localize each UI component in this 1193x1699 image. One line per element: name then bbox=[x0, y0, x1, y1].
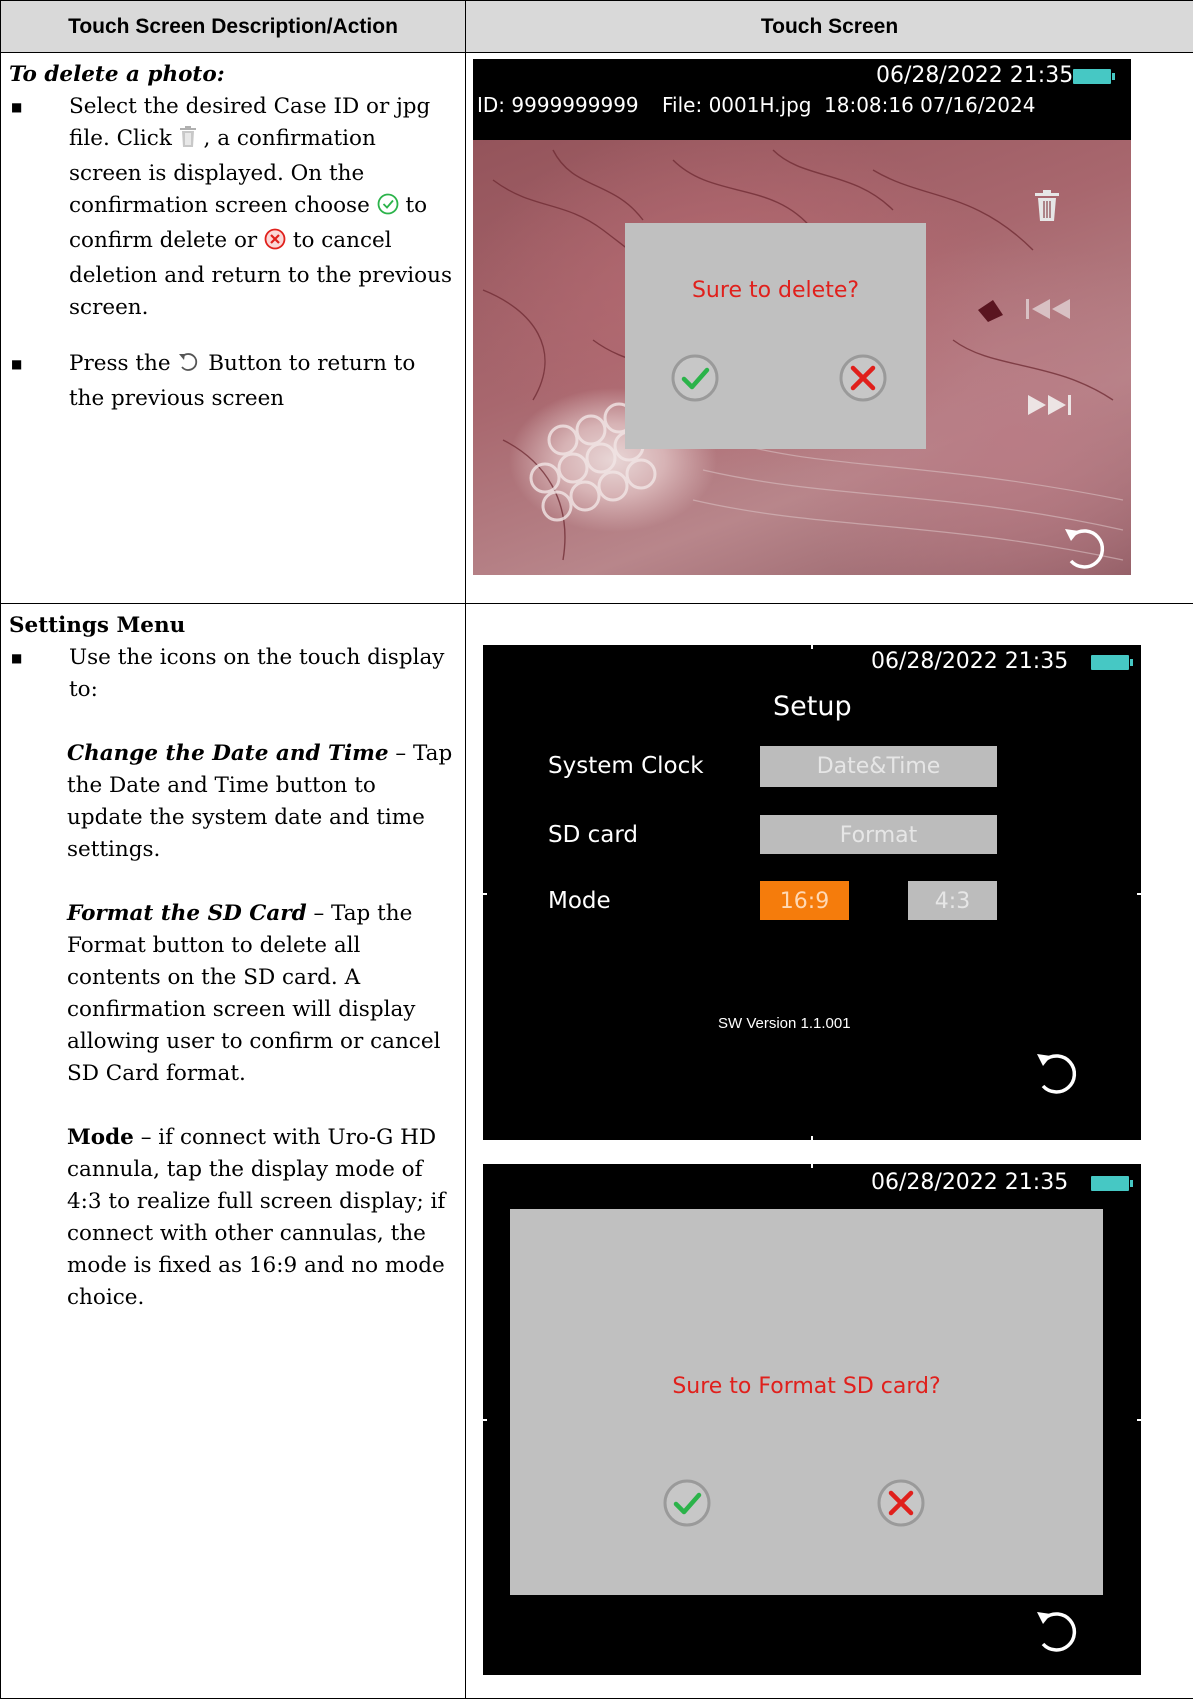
return-icon[interactable] bbox=[1035, 1608, 1079, 1659]
date-time-heading: Change the Date and Time bbox=[67, 741, 389, 766]
delete-confirm-message: Sure to delete? bbox=[625, 278, 926, 303]
cancel-circle-icon bbox=[264, 228, 286, 260]
bullet-select-case: ■ Select the desired Case ID or jpg file… bbox=[9, 91, 455, 324]
mode-paragraph: Mode – if connect with Uro-G HD cannula,… bbox=[67, 1122, 455, 1314]
check-circle-icon bbox=[377, 193, 399, 225]
battery-icon bbox=[1091, 1176, 1129, 1191]
status-datetime: 06/28/2022 21:35 bbox=[871, 649, 1068, 674]
trash-icon bbox=[179, 126, 197, 158]
return-icon bbox=[177, 351, 201, 383]
header-touch-screen: Touch Screen bbox=[466, 1, 1193, 53]
return-icon[interactable] bbox=[1035, 1050, 1079, 1101]
bullet-press-return: ■ Press the Button to return to the prev… bbox=[9, 348, 455, 415]
previous-icon[interactable] bbox=[1026, 297, 1072, 326]
bullet-square-icon: ■ bbox=[9, 642, 69, 706]
row-delete-photo: To delete a photo: ■ Select the desired … bbox=[1, 53, 1193, 604]
battery-icon bbox=[1073, 69, 1111, 84]
bullet-square-icon: ■ bbox=[9, 91, 69, 324]
cancel-x-button[interactable] bbox=[838, 353, 888, 408]
status-datetime: 06/28/2022 21:35 bbox=[876, 63, 1073, 88]
settings-screens-cell: 06/28/2022 21:35 Setup System Clock Date… bbox=[466, 604, 1193, 1699]
date-time-paragraph: Change the Date and Time – Tap the Date … bbox=[67, 738, 455, 866]
next-icon[interactable] bbox=[1026, 393, 1072, 422]
mode-4-3-button[interactable]: 4:3 bbox=[908, 881, 997, 920]
row-settings-menu: Settings Menu ■ Use the icons on the tou… bbox=[1, 604, 1193, 1699]
mode-heading: Mode bbox=[67, 1125, 134, 1150]
format-confirm-message: Sure to Format SD card? bbox=[510, 1374, 1103, 1399]
setup-title: Setup bbox=[773, 691, 852, 722]
delete-confirm-dialog: Sure to delete? bbox=[625, 223, 926, 449]
delete-photo-screen-cell: 06/28/2022 21:35 ID: 9999999999 File: 00… bbox=[466, 53, 1193, 604]
sd-card-label: SD card bbox=[548, 822, 638, 848]
file-timestamp-label: 18:08:16 07/16/2024 bbox=[824, 93, 1035, 117]
format-sd-paragraph: Format the SD Card – Tap the Format butt… bbox=[67, 898, 455, 1090]
setup-screen: 06/28/2022 21:35 Setup System Clock Date… bbox=[483, 645, 1141, 1140]
format-button[interactable]: Format bbox=[760, 815, 997, 854]
cancel-x-button[interactable] bbox=[876, 1478, 926, 1533]
header-description: Touch Screen Description/Action bbox=[1, 1, 466, 53]
bullet-use-icons: ■ Use the icons on the touch display to: bbox=[9, 642, 455, 706]
format-confirm-dialog: Sure to Format SD card? bbox=[510, 1209, 1103, 1595]
settings-title: Settings Menu bbox=[9, 610, 455, 642]
mode-16-9-button[interactable]: 16:9 bbox=[760, 881, 849, 920]
system-clock-label: System Clock bbox=[548, 753, 704, 779]
case-id-label: ID: 9999999999 bbox=[477, 93, 639, 117]
instruction-table: Touch Screen Description/Action Touch Sc… bbox=[0, 0, 1193, 1699]
settings-description: Settings Menu ■ Use the icons on the tou… bbox=[1, 604, 466, 1699]
format-sd-heading: Format the SD Card bbox=[67, 901, 307, 926]
delete-photo-screen: 06/28/2022 21:35 ID: 9999999999 File: 00… bbox=[473, 59, 1131, 575]
return-icon[interactable] bbox=[1063, 525, 1107, 575]
confirm-check-button[interactable] bbox=[662, 1478, 712, 1533]
battery-icon bbox=[1091, 655, 1129, 670]
delete-photo-description: To delete a photo: ■ Select the desired … bbox=[1, 53, 466, 604]
sw-version-label: SW Version 1.1.001 bbox=[718, 1015, 851, 1032]
mode-label: Mode bbox=[548, 888, 611, 914]
delete-photo-title: To delete a photo: bbox=[9, 59, 455, 91]
bullet-square-icon: ■ bbox=[9, 348, 69, 415]
date-time-button[interactable]: Date&Time bbox=[760, 746, 997, 787]
file-name-label: File: 0001H.jpg bbox=[662, 93, 811, 117]
bullet-text-part: Press the bbox=[69, 351, 177, 376]
confirm-check-button[interactable] bbox=[670, 353, 720, 408]
trash-icon[interactable] bbox=[1034, 190, 1060, 227]
format-confirm-screen: 06/28/2022 21:35 Sure to Format SD card? bbox=[483, 1164, 1141, 1675]
table-header-row: Touch Screen Description/Action Touch Sc… bbox=[1, 1, 1193, 53]
status-datetime: 06/28/2022 21:35 bbox=[871, 1170, 1068, 1195]
